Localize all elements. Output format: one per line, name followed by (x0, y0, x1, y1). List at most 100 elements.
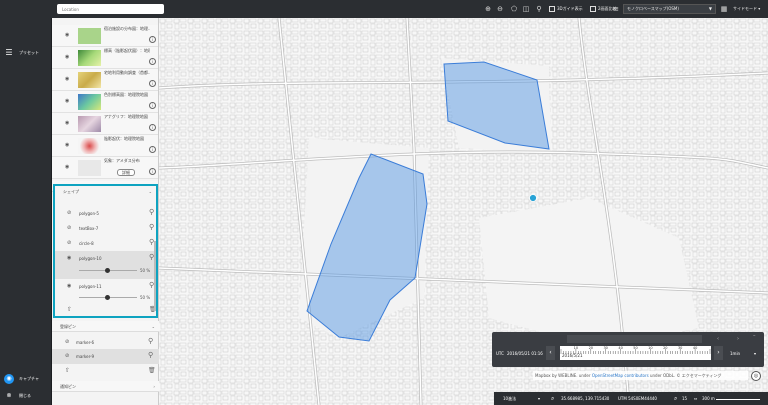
layer-item[interactable]: ◉ 宅地利用動向調査（首都... i (52, 69, 158, 91)
chevron-down-icon: ▼ (708, 6, 712, 11)
shape-item[interactable]: ⊘ polygon-5 ⚲ (55, 206, 156, 221)
layer-item[interactable]: ◉ 標高（陰影起伏図）：地理... i (52, 47, 158, 69)
collapse-right-icon[interactable]: › (737, 336, 739, 342)
crs-select[interactable]: 10進法 (503, 392, 516, 405)
scrollbar[interactable] (154, 241, 156, 311)
polygon-draw-icon[interactable]: ⬠ (509, 4, 519, 14)
chevron-down-icon[interactable]: ▾ (538, 392, 540, 405)
slider-knob[interactable] (105, 295, 110, 300)
zoom-out-icon[interactable]: ⊖ (495, 4, 505, 14)
location-search[interactable] (57, 4, 164, 14)
3d-icon (549, 6, 555, 12)
location-pin-icon[interactable]: ⚲ (534, 4, 544, 14)
zoom-in-icon[interactable]: ⊕ (483, 4, 493, 14)
timeline-ticks: 10 20 30 40 50 10 20 30 40 (560, 346, 711, 354)
shape-item[interactable]: ⊘ textBox-7 ⚲ (55, 221, 156, 236)
info-icon[interactable]: i (149, 168, 156, 175)
locate-pin-icon[interactable]: ⚲ (149, 224, 154, 231)
location-marker[interactable] (529, 194, 537, 202)
capture-button[interactable]: ◉ キャプチャ (0, 370, 52, 388)
marker-item[interactable]: ⊘ marker-9 ⚲ (52, 349, 159, 364)
visibility-icon[interactable]: ◉ (65, 99, 72, 104)
timeline-tick-label: 10 (648, 346, 652, 350)
search-input[interactable] (57, 4, 164, 14)
prev-button[interactable]: ‹ (546, 346, 555, 360)
upload-icon[interactable]: ⇧ (65, 367, 70, 374)
trash-icon[interactable]: 🗑 (148, 367, 156, 374)
info-icon[interactable]: i (149, 58, 156, 65)
measure-icon[interactable]: ◫ (521, 4, 531, 14)
nav-item-presets[interactable]: ☰ プリセット (0, 44, 52, 62)
visibility-off-icon[interactable]: ⊘ (67, 226, 71, 231)
layer-item[interactable]: ◉ アナグリフ：地理院地図 i (52, 113, 158, 135)
timeline-tick-label: 30 (603, 346, 607, 350)
interval-select[interactable]: 1min (730, 351, 740, 356)
visibility-off-icon[interactable]: ⊘ (67, 241, 71, 246)
chevron-down-icon: ⌄ (151, 324, 155, 329)
top-bar: ⊕ ⊖ ⬠ ◫ ⚲ 3Dガイド表示 2画面比較 ≡ モノクロベースマップ(OSM… (0, 0, 768, 18)
layer-thumbnail (78, 138, 101, 154)
info-icon[interactable]: i (149, 146, 156, 153)
shape-item-selected[interactable]: ◉ polygon-10 ⚲ 50 % (55, 251, 156, 279)
basemap-select[interactable]: モノクロベースマップ(OSM) ▼ (623, 4, 716, 14)
3d-guide-button[interactable]: 3Dガイド表示 (549, 4, 583, 14)
opacity-slider[interactable] (79, 268, 137, 273)
visibility-icon[interactable]: ◉ (65, 121, 72, 126)
visibility-icon[interactable]: ◉ (65, 55, 72, 60)
close-panel-button[interactable]: ⊗ 閉じる (0, 387, 52, 405)
osm-link[interactable]: OpenStreetMap contributors (592, 373, 649, 378)
shapes-section-header[interactable]: シェイプ ⌄ (55, 186, 156, 197)
locate-pin-icon[interactable]: ⚲ (149, 209, 154, 216)
capture-label: キャプチャ (19, 376, 39, 381)
visibility-icon[interactable]: ◉ (65, 33, 72, 38)
locate-pin-icon[interactable]: ⚲ (148, 352, 153, 359)
visibility-off-icon[interactable]: ⊘ (65, 340, 69, 345)
history-section-header[interactable]: 通知ピン › (52, 381, 159, 392)
timeline-tick-label: 40 (618, 346, 622, 350)
upload-icon[interactable]: ⇧ (67, 306, 72, 313)
close-icon[interactable]: – (753, 333, 756, 339)
visibility-icon[interactable]: ◉ (65, 165, 72, 170)
compass-icon[interactable]: ◎ (751, 371, 761, 381)
marker-item[interactable]: ⊘ marker-6 ⚲ (52, 335, 159, 350)
visibility-off-icon[interactable]: ⊘ (65, 354, 69, 359)
locate-pin-icon[interactable]: ⚲ (148, 338, 153, 345)
start-time: 2016/05/21 01:16 (507, 351, 543, 356)
shape-item[interactable]: ◉ polygon-11 ⚲ 50 % (55, 279, 156, 307)
menu-icon[interactable]: ≡ (611, 4, 621, 14)
visibility-off-icon[interactable]: ⊘ (67, 211, 71, 216)
timeline-tick-label: 30 (678, 346, 682, 350)
layer-thumbnail (78, 50, 101, 66)
visibility-icon[interactable]: ◉ (67, 256, 71, 261)
timeline-tick-label: 50 (633, 346, 637, 350)
close-label: 閉じる (19, 393, 31, 398)
info-icon[interactable]: i (149, 102, 156, 109)
layer-thumbnail (78, 72, 101, 88)
info-icon[interactable]: i (149, 124, 156, 131)
status-bar: 10進法 ▾ ⌕ 35.668985, 139.715430 UTM 54S0E… (494, 392, 768, 405)
utc-label: UTC (496, 351, 504, 356)
side-mode-toggle[interactable]: サイドモード ▾ (733, 4, 763, 14)
visibility-icon[interactable]: ◉ (67, 284, 71, 289)
markers-section-header[interactable]: 登録ピン ⌄ (52, 321, 159, 332)
collapse-left-icon[interactable]: ‹ (717, 336, 719, 342)
shape-item[interactable]: ⊘ circle-8 ⚲ (55, 236, 156, 251)
layer-item[interactable]: ◉ 気象：アメダス分布 詳細 i (52, 157, 158, 179)
info-icon[interactable]: i (149, 80, 156, 87)
visibility-icon[interactable]: ◉ (65, 143, 72, 148)
layer-thumbnail (78, 94, 101, 110)
grid-icon[interactable]: ▦ (719, 4, 729, 14)
slider-knob[interactable] (105, 268, 110, 273)
info-icon[interactable]: i (149, 36, 156, 43)
layer-item[interactable]: ◉ 宿泊施設の分布図：地理... i (52, 25, 158, 47)
dropdown-icon[interactable]: ▾ (754, 351, 756, 356)
search-icon[interactable]: ⌕ (551, 392, 554, 405)
detail-button[interactable]: 詳細 (117, 169, 135, 176)
scale-label: 300 m (702, 396, 715, 401)
layer-item[interactable]: ◉ 色別標高図：地理院地図 i (52, 91, 158, 113)
timeline-tick-label: 10 (574, 346, 578, 350)
next-button[interactable]: › (714, 346, 723, 360)
opacity-slider[interactable] (79, 295, 137, 300)
layer-item[interactable]: ◉ 陰影起伏：地理院地図 i (52, 135, 158, 157)
visibility-icon[interactable]: ◉ (65, 77, 72, 82)
